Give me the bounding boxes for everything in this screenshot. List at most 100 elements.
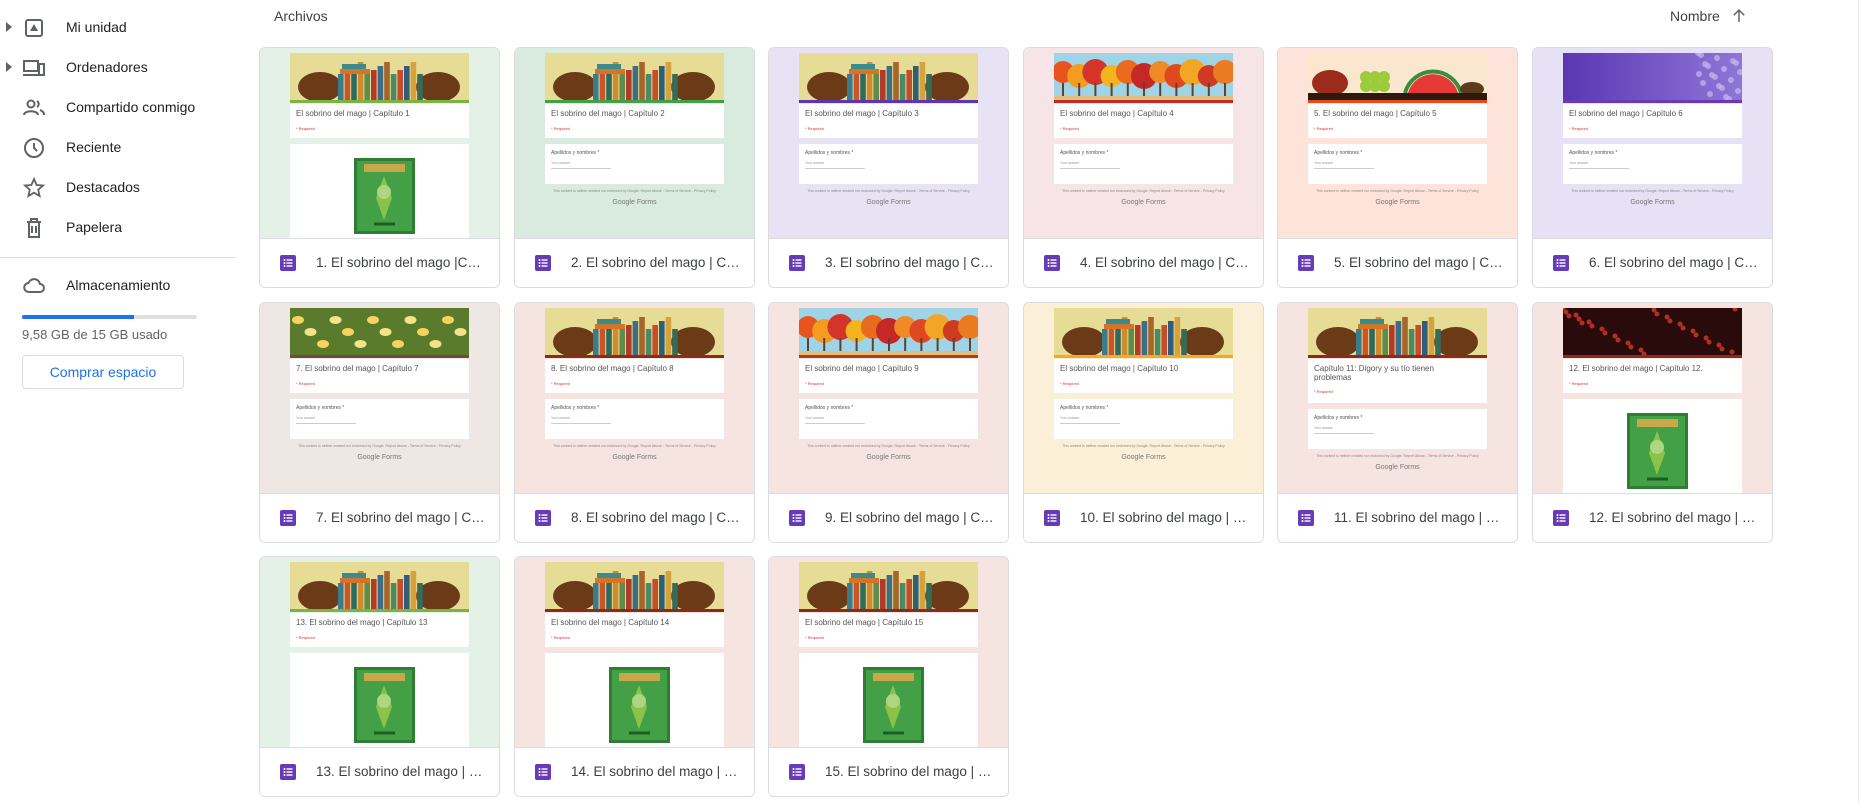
sidebar-item-almacenamiento[interactable]: Almacenamiento xyxy=(0,266,236,306)
file-name-bar[interactable]: 7. El sobrino del mago | Capítulo 7 xyxy=(260,493,499,542)
file-card[interactable]: El sobrino del mago | Capítulo 15 * Requi… xyxy=(768,556,1009,797)
file-thumbnail[interactable]: El sobrino del mago | Capítulo 4 * Requir… xyxy=(1024,48,1263,238)
arrow-up-icon[interactable] xyxy=(1730,7,1748,25)
buy-storage-button[interactable]: Comprar espacio xyxy=(22,355,184,389)
file-thumbnail[interactable]: El sobrino del mago | Capítulo 6 * Requir… xyxy=(1533,48,1772,238)
file-name[interactable]: 5. El sobrino del mago | Capítulo 5 xyxy=(1334,255,1504,270)
file-thumbnail[interactable]: 12. El sobrino del mago | Capítulo 12. * … xyxy=(1533,303,1772,493)
file-card[interactable]: El sobrino del mago | Capítulo 3 * Requir… xyxy=(768,47,1009,288)
sidebar-item-label: Destacados xyxy=(66,179,140,195)
form-question-card: Apellidos y nombres * Your answer xyxy=(799,144,978,184)
answer-line xyxy=(296,423,356,424)
file-thumbnail[interactable]: 5. El sobrino del mago | Capítulo 5 * Req… xyxy=(1278,48,1517,238)
sort-control[interactable]: Nombre xyxy=(1670,4,1748,28)
file-name[interactable]: 8. El sobrino del mago | Capítulo 8 xyxy=(571,510,741,525)
form-title-text: 13. El sobrino del mago | Capítulo 13 xyxy=(296,618,428,627)
file-name-bar[interactable]: 10. El sobrino del mago | Capítulo 10 xyxy=(1024,493,1263,542)
file-name-bar[interactable]: 4. El sobrino del mago | Capítulo 4 xyxy=(1024,238,1263,287)
file-card[interactable]: 13. El sobrino del mago | Capítulo 13 * R… xyxy=(259,556,500,797)
file-name[interactable]: 6. El sobrino del mago | Capítulo 6 xyxy=(1589,255,1759,270)
file-name[interactable]: 2. El sobrino del mago | Capítulo 2 xyxy=(571,255,741,270)
file-name-bar[interactable]: 1. El sobrino del mago |Capítulo 1 xyxy=(260,238,499,287)
file-card[interactable]: Capítulo 11: Digory y su tío tienen prob… xyxy=(1277,302,1518,543)
book-cover-icon xyxy=(354,158,415,234)
sidebar-item-reciente[interactable]: Reciente xyxy=(0,128,236,168)
file-name[interactable]: 7. El sobrino del mago | Capítulo 7 xyxy=(316,510,486,525)
storage-usage-text: 9,58 GB de 15 GB usado xyxy=(22,327,168,342)
storage-progress-bar xyxy=(22,315,197,319)
sidebar-item-compartido[interactable]: Compartido conmigo xyxy=(0,88,236,128)
form-title-card: El sobrino del mago | Capítulo 15 * Requi… xyxy=(799,613,978,647)
file-name[interactable]: 13. El sobrino del mago | Capítulo 13 xyxy=(316,764,486,779)
expand-caret-icon[interactable] xyxy=(6,62,12,72)
file-name[interactable]: 10. El sobrino del mago | Capítulo 10 xyxy=(1080,510,1250,525)
file-card[interactable]: El sobrino del mago | Capítulo 10 * Requi… xyxy=(1023,302,1264,543)
file-name[interactable]: 11. El sobrino del mago | Capítulo 11 xyxy=(1334,510,1504,525)
google-forms-logo: Google Forms xyxy=(866,454,911,461)
file-thumbnail[interactable]: El sobrino del mago | Capítulo 15 * Requi… xyxy=(769,557,1008,747)
file-name[interactable]: 4. El sobrino del mago | Capítulo 4 xyxy=(1080,255,1250,270)
form-question-card: Apellidos y nombres * Your answer xyxy=(1054,144,1233,184)
file-name-bar[interactable]: 13. El sobrino del mago | Capítulo 13 xyxy=(260,747,499,796)
file-name-bar[interactable]: 6. El sobrino del mago | Capítulo 6 xyxy=(1533,238,1772,287)
sort-label[interactable]: Nombre xyxy=(1670,8,1720,24)
file-thumbnail[interactable]: El sobrino del mago | Capítulo 10 * Requi… xyxy=(1024,303,1263,493)
file-card[interactable]: El sobrino del mago | Capítulo 9 * Requir… xyxy=(768,302,1009,543)
required-note: * Required xyxy=(805,381,824,386)
sidebar-item-ordenadores[interactable]: Ordenadores xyxy=(0,48,236,88)
question-text: Apellidos y nombres * xyxy=(1060,405,1109,411)
form-question-card: Apellidos y nombres * Your answer xyxy=(1054,399,1233,439)
form-question-card: Apellidos y nombres * Your answer xyxy=(290,399,469,439)
file-thumbnail[interactable]: El sobrino del mago | Capítulo 14 * Requi… xyxy=(515,557,754,747)
file-card[interactable]: 5. El sobrino del mago | Capítulo 5 * Req… xyxy=(1277,47,1518,288)
file-thumbnail[interactable]: 7. El sobrino del mago | Capítulo 7 * Req… xyxy=(260,303,499,493)
file-card[interactable]: 7. El sobrino del mago | Capítulo 7 * Req… xyxy=(259,302,500,543)
file-name-bar[interactable]: 9. El sobrino del mago | Capítulo 9 xyxy=(769,493,1008,542)
file-thumbnail[interactable]: Capítulo 11: Digory y su tío tienen prob… xyxy=(1278,303,1517,493)
file-card[interactable]: El sobrino del mago | Capítulo 6 * Requir… xyxy=(1532,47,1773,288)
file-name-bar[interactable]: 2. El sobrino del mago | Capítulo 2 xyxy=(515,238,754,287)
file-thumbnail[interactable]: 8. El sobrino del mago | Capítulo 8 * Req… xyxy=(515,303,754,493)
google-forms-icon xyxy=(789,510,805,526)
file-card[interactable]: 8. El sobrino del mago | Capítulo 8 * Req… xyxy=(514,302,755,543)
required-note: * Required xyxy=(1569,381,1588,386)
answer-line xyxy=(805,423,865,424)
required-note: * Required xyxy=(1569,126,1588,131)
file-card[interactable]: El sobrino del mago | Capítulo 4 * Requir… xyxy=(1023,47,1264,288)
file-name-bar[interactable]: 5. El sobrino del mago | Capítulo 5 xyxy=(1278,238,1517,287)
file-name[interactable]: 3. El sobrino del mago | Capítulo 3 xyxy=(825,255,995,270)
file-name-bar[interactable]: 3. El sobrino del mago | Capítulo 3 xyxy=(769,238,1008,287)
form-title-text: 8. El sobrino del mago | Capítulo 8 xyxy=(551,364,674,373)
expand-caret-icon[interactable] xyxy=(6,22,12,32)
banner-image xyxy=(290,53,469,100)
file-thumbnail[interactable]: 13. El sobrino del mago | Capítulo 13 * R… xyxy=(260,557,499,747)
file-name[interactable]: 1. El sobrino del mago |Capítulo 1 xyxy=(316,255,486,270)
sidebar-item-destacados[interactable]: Destacados xyxy=(0,168,236,208)
google-forms-icon xyxy=(1044,510,1060,526)
google-forms-logo: Google Forms xyxy=(1375,464,1420,471)
file-card[interactable]: 12. El sobrino del mago | Capítulo 12. * … xyxy=(1532,302,1773,543)
file-name-bar[interactable]: 8. El sobrino del mago | Capítulo 8 xyxy=(515,493,754,542)
file-name-bar[interactable]: 12. El sobrino del mago | Capítulo 12 xyxy=(1533,493,1772,542)
sidebar-item-papelera[interactable]: Papelera xyxy=(0,208,236,248)
file-card[interactable]: El sobrino del mago | Capítulo 14 * Requi… xyxy=(514,556,755,797)
file-name[interactable]: 15. El sobrino del mago | Capítulo 15 xyxy=(825,764,995,779)
file-name[interactable]: 9. El sobrino del mago | Capítulo 9 xyxy=(825,510,995,525)
file-name[interactable]: 14. El sobrino del mago | Capítulo 14 xyxy=(571,764,741,779)
file-name-bar[interactable]: 11. El sobrino del mago | Capítulo 11 xyxy=(1278,493,1517,542)
cloud-icon xyxy=(23,278,45,293)
file-thumbnail[interactable]: El sobrino del mago | Capítulo 1 * Requir… xyxy=(260,48,499,238)
file-name-bar[interactable]: 15. El sobrino del mago | Capítulo 15 xyxy=(769,747,1008,796)
form-title-card: El sobrino del mago | Capítulo 9 * Requir… xyxy=(799,359,978,393)
file-thumbnail[interactable]: El sobrino del mago | Capítulo 3 * Requir… xyxy=(769,48,1008,238)
file-card[interactable]: El sobrino del mago | Capítulo 2 * Requir… xyxy=(514,47,755,288)
file-thumbnail[interactable]: El sobrino del mago | Capítulo 2 * Requir… xyxy=(515,48,754,238)
form-accent-stripe xyxy=(799,609,978,612)
answer-line xyxy=(1314,168,1374,169)
file-thumbnail[interactable]: El sobrino del mago | Capítulo 9 * Requir… xyxy=(769,303,1008,493)
google-forms-icon xyxy=(1044,255,1060,271)
file-name[interactable]: 12. El sobrino del mago | Capítulo 12 xyxy=(1589,510,1759,525)
sidebar-item-mi-unidad[interactable]: Mi unidad xyxy=(0,8,236,48)
file-name-bar[interactable]: 14. El sobrino del mago | Capítulo 14 xyxy=(515,747,754,796)
file-card[interactable]: El sobrino del mago | Capítulo 1 * Requir… xyxy=(259,47,500,288)
